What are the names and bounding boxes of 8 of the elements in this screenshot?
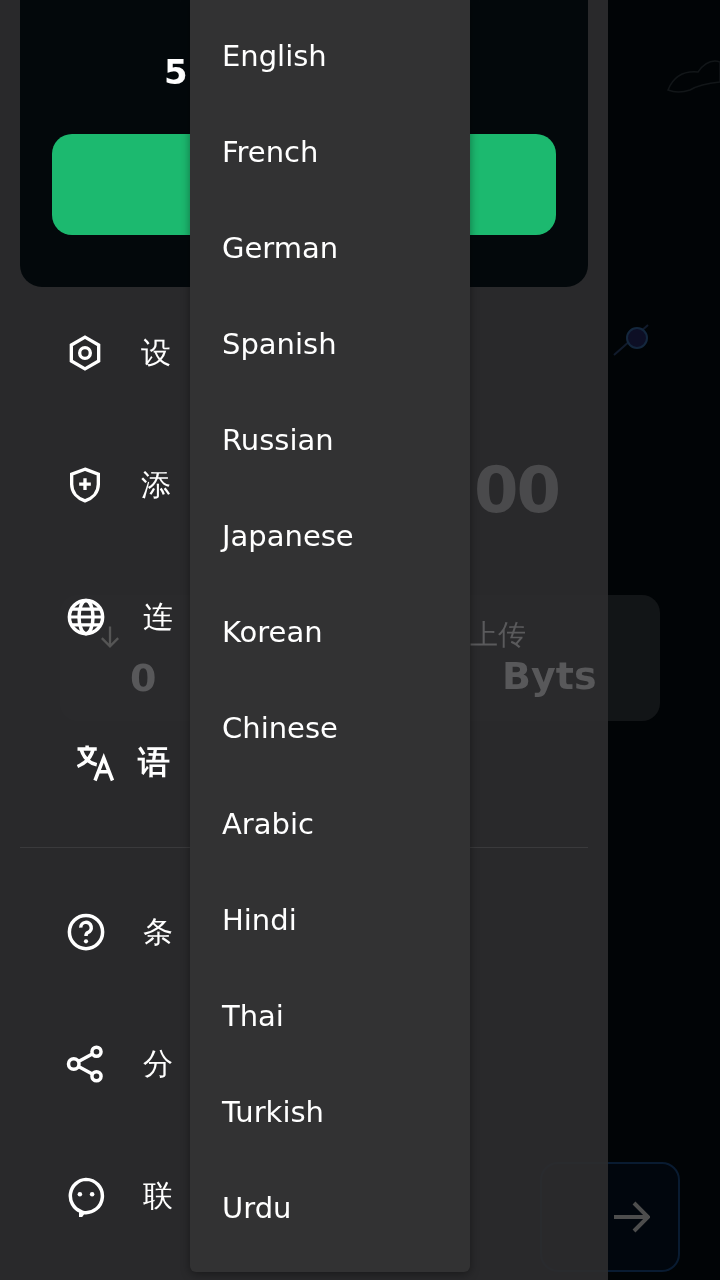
menu-label: 联 <box>143 1176 173 1215</box>
menu-label: 语 <box>138 742 170 783</box>
menu-label: 添 <box>141 465 171 504</box>
menu-label: 连 <box>143 597 173 636</box>
menu-label: 分 <box>143 1044 173 1083</box>
header-title: 5 <box>164 52 188 92</box>
menu-label: 设 <box>141 333 171 372</box>
menu-label: 条 <box>143 912 173 951</box>
